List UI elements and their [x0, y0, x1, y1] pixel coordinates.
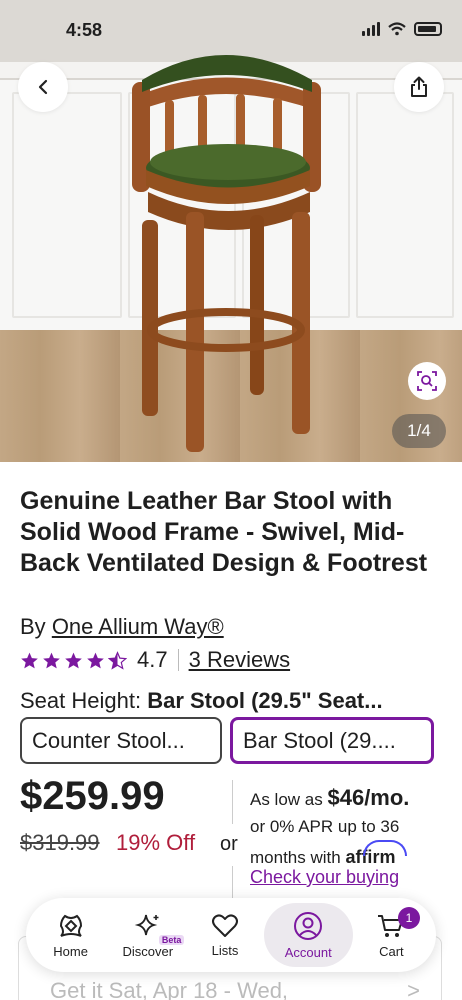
sparkle-icon [134, 914, 159, 935]
price-divider [232, 780, 233, 824]
discount-badge: 19% Off [116, 830, 196, 855]
affirm-prefix: As low as [250, 790, 323, 809]
option-bar-stool[interactable]: Bar Stool (29.... [230, 717, 434, 764]
half-star-icon [108, 650, 127, 670]
star-rating [20, 650, 127, 670]
nav-lists[interactable]: Lists [186, 903, 263, 967]
option-selected-value: Bar Stool (29.5" Seat... [147, 688, 383, 713]
beta-badge: Beta [158, 935, 185, 945]
nav-label: Account [284, 944, 332, 960]
nav-label: Home [53, 943, 88, 959]
rating-value: 4.7 [137, 647, 168, 672]
wifi-icon [388, 22, 406, 36]
delivery-estimate: Get it Sat, Apr 18 - Wed, [50, 978, 289, 1000]
back-button[interactable] [18, 62, 68, 112]
affirm-check-link[interactable]: Check your buying [250, 867, 399, 888]
product-image[interactable]: 4:58 1/4 [0, 0, 462, 462]
status-icons [362, 22, 442, 36]
brand-line: By One Allium Way® [20, 614, 224, 640]
visual-search-button[interactable] [408, 362, 446, 400]
rating-line: 4.7 3 Reviews [20, 647, 290, 673]
nav-label: Cart [379, 943, 404, 959]
price-divider [232, 866, 233, 900]
cart-count-badge: 1 [397, 907, 420, 929]
nav-discover[interactable]: Beta Discover [109, 903, 186, 967]
user-icon [294, 911, 323, 940]
cellular-signal-icon [362, 22, 380, 36]
affirm-headline: As low as $46/mo. [250, 785, 409, 811]
star-icon [87, 652, 104, 668]
bottom-navigation: Home Beta Discover Lists Account 1 Cart [26, 898, 436, 972]
sale-price: $259.99 [20, 774, 165, 818]
share-button[interactable] [394, 62, 444, 112]
brand-prefix: By [20, 614, 46, 639]
home-icon [59, 914, 82, 937]
rating-divider [177, 649, 179, 671]
option-line: Seat Height: Bar Stool (29.5" Seat... [20, 688, 450, 714]
option-label: Seat Height: [20, 688, 142, 713]
image-page-counter: 1/4 [392, 414, 446, 448]
product-title: Genuine Leather Bar Stool with Solid Woo… [20, 487, 428, 577]
share-icon [411, 76, 427, 97]
nav-label: Lists [211, 942, 239, 958]
or-label: or [220, 833, 238, 855]
chevron-right-icon: > [407, 978, 420, 1000]
visual-search-icon [417, 371, 437, 391]
heart-icon [212, 913, 239, 937]
star-icon [43, 652, 60, 668]
bar-stool-illustration [132, 55, 321, 452]
affirm-logo: affirm [345, 847, 396, 867]
original-price: $319.99 [20, 830, 100, 855]
chevron-left-icon [38, 79, 48, 95]
star-icon [65, 652, 82, 668]
brand-link[interactable]: One Allium Way® [52, 614, 224, 639]
star-icon [21, 652, 38, 668]
nav-home[interactable]: Home [32, 903, 109, 967]
reviews-link[interactable]: 3 Reviews [189, 647, 290, 673]
nav-cart[interactable]: 1 Cart [353, 903, 430, 967]
nav-label: Discover [122, 943, 174, 959]
battery-icon [414, 22, 442, 36]
affirm-amount: $46/mo. [327, 785, 410, 810]
nav-account[interactable]: Account [263, 903, 353, 967]
option-counter-stool[interactable]: Counter Stool... [20, 717, 222, 764]
affirm-detail: or 0% APR up to 36 months with affirm [250, 812, 450, 873]
status-time: 4:58 [66, 20, 103, 40]
